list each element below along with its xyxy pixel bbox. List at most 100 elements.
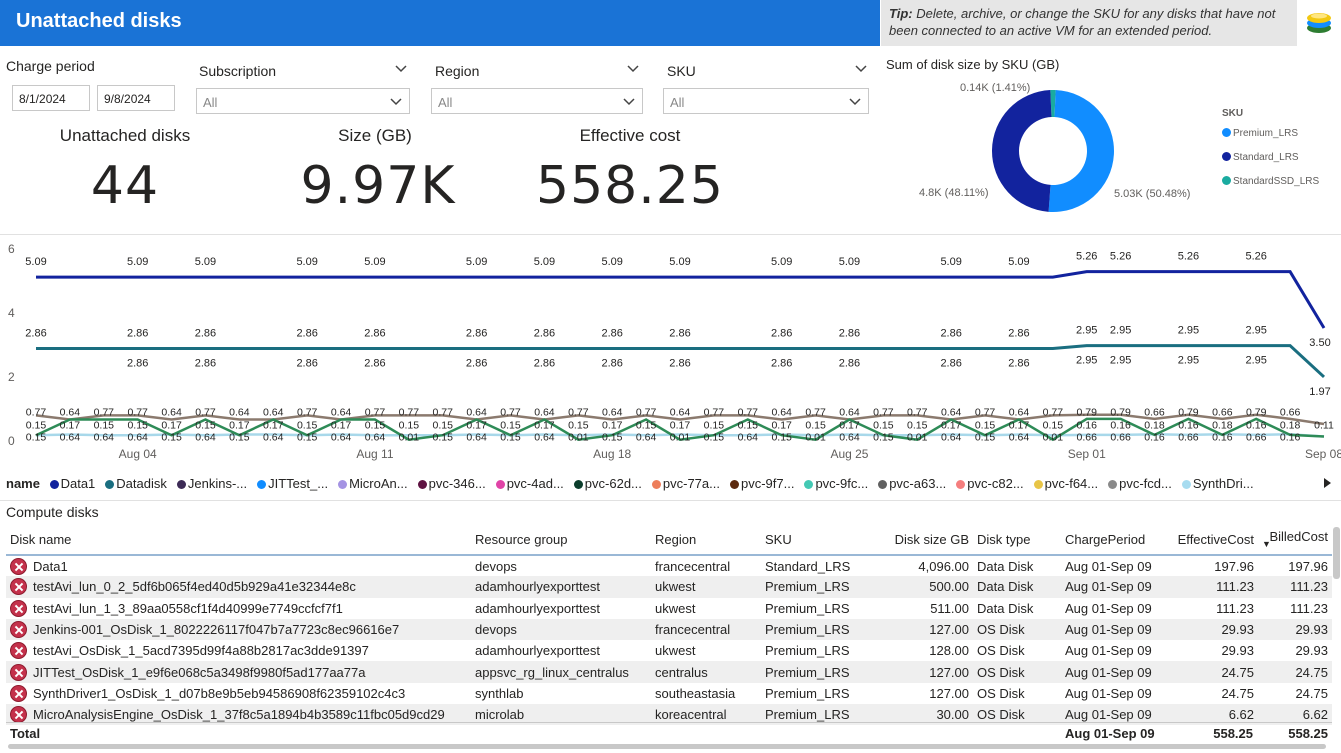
cell-value: 30.00 bbox=[936, 707, 969, 723]
chevron-down-icon[interactable] bbox=[394, 62, 408, 76]
size-value: 9.97K bbox=[300, 156, 456, 216]
donut-legend-premium[interactable]: Premium_LRS bbox=[1222, 128, 1298, 139]
legend-item[interactable]: pvc-fcd... bbox=[1108, 476, 1172, 491]
table-header-row: Disk name Resource group Region SKU Disk siz… bbox=[6, 525, 1332, 556]
legend-label: Premium_LRS bbox=[1233, 128, 1299, 139]
legend-item[interactable]: pvc-a63... bbox=[878, 476, 946, 491]
column-header[interactable]: Region bbox=[651, 525, 761, 556]
table-row[interactable]: JITTest_OsDisk_1_e9f6e068c5a3498f9980f5a… bbox=[6, 661, 1332, 683]
legend-item[interactable]: Jenkins-... bbox=[176, 476, 247, 491]
data-label: 0.77 bbox=[500, 407, 521, 419]
data-label: 0.17 bbox=[60, 420, 81, 432]
data-label: 0.15 bbox=[229, 432, 250, 444]
table-cell: Premium_LRS bbox=[761, 618, 876, 641]
line-chart[interactable]: 6 4 2 0 Aug 04 Aug 11 Aug 18 Aug 25 Sep 01 Sep 08… bbox=[0, 238, 1341, 470]
subscription-dropdown[interactable]: All bbox=[196, 88, 410, 114]
cell-value: OS Disk bbox=[977, 622, 1025, 638]
x-tick-label: Aug 25 bbox=[830, 447, 868, 461]
cell-value: appsvc_rg_linux_centralus bbox=[475, 664, 629, 680]
legend-item[interactable]: pvc-c82... bbox=[956, 476, 1024, 491]
legend-label: pvc-f64... bbox=[1044, 476, 1099, 491]
data-label: 0.18 bbox=[1280, 420, 1301, 432]
table-row[interactable]: testAvi_lun_1_3_89aa0558cf1f4d40999e7749… bbox=[6, 598, 1332, 619]
column-header[interactable]: Disk size GB bbox=[876, 525, 973, 556]
cell-value: OS Disk bbox=[977, 664, 1025, 680]
data-label: 0.16 bbox=[1212, 432, 1233, 444]
data-label: 0.64 bbox=[1009, 407, 1030, 419]
sku-dropdown[interactable]: All bbox=[663, 88, 869, 114]
column-header[interactable]: Disk type bbox=[973, 525, 1061, 556]
end-date-input[interactable]: 9/8/2024 bbox=[97, 85, 175, 111]
error-icon bbox=[10, 599, 27, 617]
horizontal-scrollbar[interactable] bbox=[8, 744, 1326, 749]
donut-chart[interactable] bbox=[990, 88, 1116, 214]
column-header[interactable]: EffectiveCost bbox=[1166, 525, 1258, 556]
table-cell: appsvc_rg_linux_centralus bbox=[471, 661, 651, 683]
data-label: 0.16 bbox=[1110, 420, 1131, 432]
column-header[interactable]: Resource group bbox=[471, 525, 651, 556]
cell-value: testAvi_lun_0_2_5df6b065f4ed40d5b929a41e… bbox=[33, 579, 356, 595]
legend-item[interactable]: pvc-4ad... bbox=[495, 476, 564, 491]
cell-value: Premium_LRS bbox=[765, 579, 850, 595]
data-label: 0.66 bbox=[1144, 407, 1165, 419]
chevron-right-icon[interactable] bbox=[1321, 477, 1333, 489]
data-label: 0.64 bbox=[941, 407, 962, 419]
data-label: 0.64 bbox=[331, 432, 352, 444]
table-cell: Aug 01-Sep 09 bbox=[1061, 640, 1166, 661]
table-row[interactable]: Data1 devops francecentral Standard_LRS 4,09… bbox=[6, 555, 1332, 576]
column-header[interactable]: Disk name bbox=[6, 525, 471, 556]
donut-legend-standard[interactable]: Standard_LRS bbox=[1222, 152, 1299, 163]
data-label: 0.15 bbox=[365, 420, 386, 432]
cell-value: Aug 01-Sep 09 bbox=[1065, 643, 1152, 659]
legend-dot bbox=[956, 480, 966, 489]
legend-item[interactable]: pvc-77a... bbox=[651, 476, 720, 491]
cell-value: 127.00 bbox=[929, 622, 969, 638]
legend-item[interactable]: Data1 bbox=[49, 476, 95, 491]
sort-descending-icon[interactable]: ▼ bbox=[1262, 540, 1328, 549]
data-label: 0.64 bbox=[534, 407, 555, 419]
donut-slice-standard_lrs[interactable] bbox=[992, 90, 1052, 212]
data-label: 0.16 bbox=[1246, 420, 1267, 432]
table-row[interactable]: testAvi_lun_0_2_5df6b065f4ed40d5b929a41e… bbox=[6, 576, 1332, 598]
legend-label: pvc-4ad... bbox=[506, 476, 564, 491]
data-label: 0.64 bbox=[263, 407, 284, 419]
legend-item[interactable]: pvc-9fc... bbox=[804, 476, 868, 491]
legend-item[interactable]: SynthDri... bbox=[1181, 476, 1254, 491]
data-label: 0.77 bbox=[805, 407, 826, 419]
table-cell: Data1 bbox=[6, 555, 471, 576]
table-row[interactable]: testAvi_OsDisk_1_5acd7395d99f4a88b2817ac… bbox=[6, 640, 1332, 661]
data-label: 0.15 bbox=[568, 420, 589, 432]
chevron-down-icon[interactable] bbox=[626, 62, 640, 76]
legend-dot bbox=[878, 480, 888, 489]
table-cell: Jenkins-001_OsDisk_1_8022226117f047b7a77… bbox=[6, 618, 471, 641]
column-header[interactable]: BilledCost ▼ bbox=[1258, 525, 1332, 556]
legend-item[interactable]: pvc-346... bbox=[417, 476, 486, 491]
cell-value: Premium_LRS bbox=[765, 622, 850, 638]
legend-item[interactable]: pvc-9f7... bbox=[729, 476, 794, 491]
donut-legend-standardssd[interactable]: StandardSSD_LRS bbox=[1222, 176, 1319, 187]
vertical-scrollbar[interactable] bbox=[1333, 527, 1340, 579]
table-cell: adamhourlyexporttest bbox=[471, 598, 651, 619]
series-line-data1[interactable] bbox=[36, 270, 1326, 329]
column-header[interactable]: ChargePeriod bbox=[1061, 525, 1166, 556]
data-label: 0.17 bbox=[1009, 420, 1030, 432]
data-label: 0.79 bbox=[1110, 407, 1131, 419]
sku-label: SKU bbox=[667, 63, 696, 79]
data-label: 2.86 bbox=[1008, 357, 1029, 369]
start-date-input[interactable]: 8/1/2024 bbox=[12, 85, 90, 111]
table-row[interactable]: SynthDriver1_OsDisk_1_d07b8e9b5eb9458690… bbox=[6, 683, 1332, 704]
legend-item[interactable]: Datadisk bbox=[105, 476, 167, 491]
legend-item[interactable]: MicroAn... bbox=[338, 476, 408, 491]
donut-slice-premium_lrs[interactable] bbox=[1048, 90, 1115, 213]
legend-item[interactable]: pvc-f64... bbox=[1033, 476, 1099, 491]
legend-item[interactable]: JITTest_... bbox=[257, 476, 328, 491]
legend-item[interactable]: pvc-62d... bbox=[573, 476, 642, 491]
data-label: 5.26 bbox=[1178, 251, 1199, 263]
data-label: 2.86 bbox=[669, 327, 690, 339]
region-dropdown[interactable]: All bbox=[431, 88, 643, 114]
table-row[interactable]: Jenkins-001_OsDisk_1_8022226117f047b7a77… bbox=[6, 618, 1332, 641]
column-header[interactable]: SKU bbox=[761, 525, 876, 556]
data-label: 0.15 bbox=[297, 420, 318, 432]
chevron-down-icon[interactable] bbox=[854, 62, 868, 76]
y-tick-label: 6 bbox=[8, 242, 15, 256]
